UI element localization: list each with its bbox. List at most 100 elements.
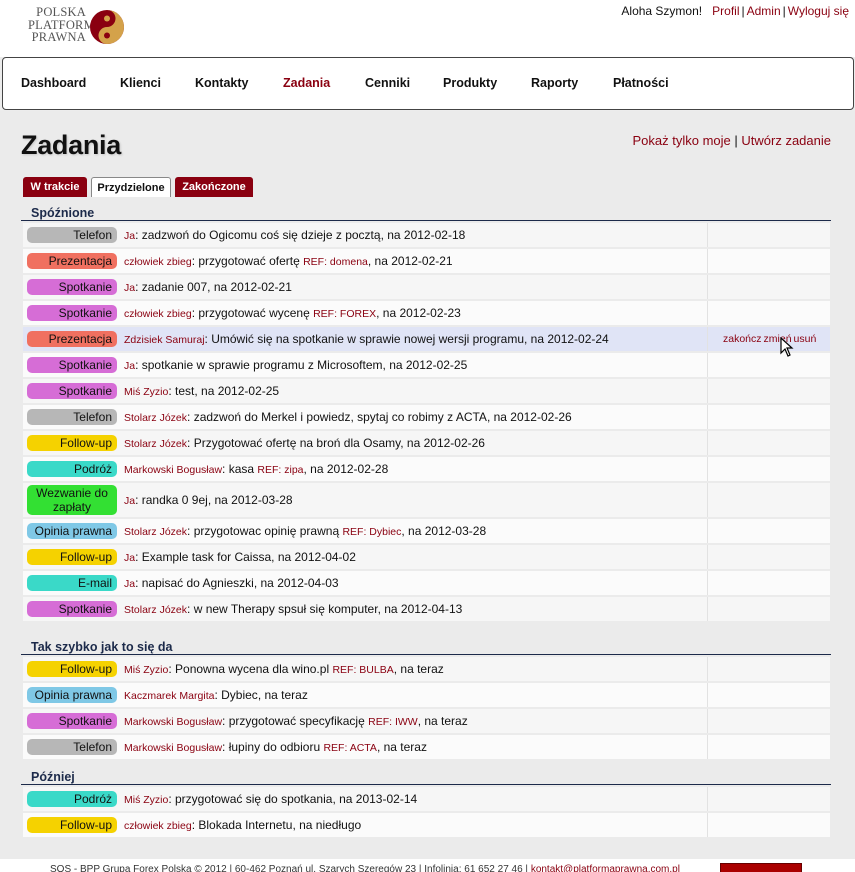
reference-link[interactable]: REF: domena	[303, 256, 368, 268]
task-row[interactable]: Telefon Stolarz Józek: zadzwoń do Merkel …	[23, 405, 830, 429]
task-description: Ja: napisać do Agnieszki, na 2012-04-03	[124, 576, 339, 590]
admin-link[interactable]: Admin	[747, 4, 781, 18]
assignee-link[interactable]: Stolarz Józek	[124, 438, 187, 450]
task-description: Miś Zyzio: przygotować się do spotkania,…	[124, 792, 418, 806]
reference-link[interactable]: REF: ACTA	[323, 742, 376, 754]
reference-link[interactable]: REF: FOREX	[313, 308, 376, 320]
reference-link[interactable]: REF: BULBA	[332, 664, 393, 676]
assignee-link[interactable]: Miś Zyzio	[124, 664, 168, 676]
task-row[interactable]: Spotkanie Ja: zadanie 007, na 2012-02-21	[23, 275, 830, 299]
footer-info: SOS - BPP Grupa Forex Polska © 2012 | 60…	[50, 864, 529, 872]
actions-cell-divider	[707, 379, 708, 403]
assignee-link[interactable]: Miś Zyzio	[124, 794, 168, 806]
task-row[interactable]: Follow-up człowiek zbieg: Blokada Interne…	[23, 813, 830, 837]
nav-produkty[interactable]: Produkty	[443, 76, 497, 90]
task-type-badge: Spotkanie	[27, 305, 117, 321]
assignee-link[interactable]: człowiek zbieg	[124, 820, 192, 832]
profile-link[interactable]: Profil	[712, 4, 739, 18]
nav-cenniki[interactable]: Cenniki	[365, 76, 410, 90]
nav-raporty[interactable]: Raporty	[531, 76, 578, 90]
section-divider	[21, 220, 831, 221]
nav-kontakty[interactable]: Kontakty	[195, 76, 248, 90]
task-type-badge: Spotkanie	[27, 279, 117, 295]
assignee-link[interactable]: Ja	[124, 360, 135, 372]
task-description: Ja: randka 0 9ej, na 2012-03-28	[124, 493, 293, 507]
task-row[interactable]: Prezentacja człowiek zbieg: przygotować o…	[23, 249, 830, 273]
task-row[interactable]: Follow-up Stolarz Józek: Przygotować ofer…	[23, 431, 830, 455]
delete-task-link[interactable]: usuń	[794, 333, 817, 345]
task-description: Zdzisiek Samuraj: Umówić się na spotkani…	[124, 332, 609, 346]
assignee-link[interactable]: Ja	[124, 230, 135, 242]
task-row[interactable]: Telefon Markowski Bogusław: łupiny do odb…	[23, 735, 830, 759]
separator: |	[782, 4, 786, 18]
section-title: Tak szybko jak to się da	[31, 640, 173, 654]
assignee-link[interactable]: Kaczmarek Margita	[124, 690, 214, 702]
assignee-link[interactable]: Stolarz Józek	[124, 412, 187, 424]
task-row[interactable]: Opinia prawna Kaczmarek Margita: Dybiec, …	[23, 683, 830, 707]
reference-link[interactable]: REF: IWW	[368, 716, 418, 728]
task-row[interactable]: Opinia prawna Stolarz Józek: przygotowac …	[23, 519, 830, 543]
assignee-link[interactable]: Ja	[124, 495, 135, 507]
task-type-badge: Spotkanie	[27, 713, 117, 729]
show-only-mine-link[interactable]: Pokaż tylko moje	[632, 133, 730, 148]
actions-cell-divider	[707, 709, 708, 733]
task-row[interactable]: Podróż Markowski Bogusław: kasa REF: zipa…	[23, 457, 830, 481]
badge-line: zapłaty	[52, 500, 92, 514]
actions-cell-divider	[707, 353, 708, 377]
task-row[interactable]: Podróż Miś Zyzio: przygotować się do spot…	[23, 787, 830, 811]
task-row[interactable]: Follow-up Ja: Example task for Caissa, na…	[23, 545, 830, 569]
assignee-link[interactable]: Stolarz Józek	[124, 604, 187, 616]
assignee-link[interactable]: Markowski Bogusław	[124, 716, 222, 728]
task-row[interactable]: E-mail Ja: napisać do Agnieszki, na 2012-…	[23, 571, 830, 595]
task-row[interactable]: Follow-up Miś Zyzio: Ponowna wycena dla w…	[23, 657, 830, 681]
task-description: Ja: spotkanie w sprawie programu z Micro…	[124, 358, 468, 372]
logo[interactable]: POLSKA PLATFORMA PRAWNA	[28, 6, 128, 50]
assignee-link[interactable]: Miś Zyzio	[124, 386, 168, 398]
assignee-link[interactable]: człowiek zbieg	[124, 308, 192, 320]
task-description: Miś Zyzio: Ponowna wycena dla wino.pl RE…	[124, 662, 444, 676]
nav-dashboard[interactable]: Dashboard	[21, 76, 86, 90]
logo-text: POLSKA PLATFORMA PRAWNA	[28, 6, 104, 44]
assignee-link[interactable]: Ja	[124, 282, 135, 294]
task-description: Miś Zyzio: test, na 2012-02-25	[124, 384, 280, 398]
tab-zakonczone[interactable]: Zakończone	[175, 177, 253, 197]
tab-przydzielone[interactable]: Przydzielone	[91, 177, 171, 197]
assignee-link[interactable]: Ja	[124, 552, 135, 564]
nav-klienci[interactable]: Klienci	[120, 76, 161, 90]
reference-link[interactable]: REF: zipa	[257, 464, 303, 476]
separator: |	[741, 4, 745, 18]
create-task-link[interactable]: Utwórz zadanie	[741, 133, 831, 148]
task-row[interactable]: Wezwanie do zapłaty Ja: randka 0 9ej, na 2…	[23, 483, 830, 517]
task-type-badge: E-mail	[27, 575, 117, 591]
actions-cell-divider	[707, 249, 708, 273]
greeting: Aloha Szymon!	[621, 4, 703, 18]
nav-platnosci[interactable]: Płatności	[613, 76, 669, 90]
actions-cell-divider	[707, 483, 708, 517]
logout-link[interactable]: Wyloguj się	[788, 4, 849, 18]
assignee-link[interactable]: Stolarz Józek	[124, 526, 187, 538]
reference-link[interactable]: REF: Dybiec	[342, 526, 401, 538]
assignee-link[interactable]: Markowski Bogusław	[124, 464, 222, 476]
assignee-link[interactable]: Ja	[124, 578, 135, 590]
task-row[interactable]: Prezentacja Zdzisiek Samuraj: Umówić się …	[23, 327, 830, 351]
assignee-link[interactable]: Zdzisiek Samuraj	[124, 334, 205, 346]
task-description: Markowski Bogusław: kasa REF: zipa, na 2…	[124, 462, 389, 476]
task-description: Ja: zadzwoń do Ogicomu coś się dzieje z …	[124, 228, 466, 242]
assignee-link[interactable]: człowiek zbieg	[124, 256, 192, 268]
task-row[interactable]: Spotkanie Markowski Bogusław: przygotować…	[23, 709, 830, 733]
finish-task-link[interactable]: zakończ	[723, 333, 762, 345]
task-row[interactable]: Spotkanie człowiek zbieg: przygotować wyc…	[23, 301, 830, 325]
actions-cell-divider	[707, 223, 708, 247]
task-row[interactable]: Spotkanie Ja: spotkanie w sprawie program…	[23, 353, 830, 377]
actions-cell-divider	[707, 787, 708, 811]
tab-w-trakcie[interactable]: W trakcie	[23, 177, 87, 197]
task-type-badge: Podróż	[27, 791, 117, 807]
top-bar: POLSKA PLATFORMA PRAWNA Aloha Szymon! Pr…	[0, 0, 855, 57]
task-description: Stolarz Józek: w new Therapy spsuł się k…	[124, 602, 463, 616]
task-row[interactable]: Spotkanie Miś Zyzio: test, na 2012-02-25	[23, 379, 830, 403]
nav-zadania[interactable]: Zadania	[283, 76, 330, 90]
task-row[interactable]: Telefon Ja: zadzwoń do Ogicomu coś się dz…	[23, 223, 830, 247]
task-row[interactable]: Spotkanie Stolarz Józek: w new Therapy sp…	[23, 597, 830, 621]
assignee-link[interactable]: Markowski Bogusław	[124, 742, 222, 754]
footer-email-link[interactable]: kontakt@platformaprawna.com.pl	[531, 864, 680, 872]
